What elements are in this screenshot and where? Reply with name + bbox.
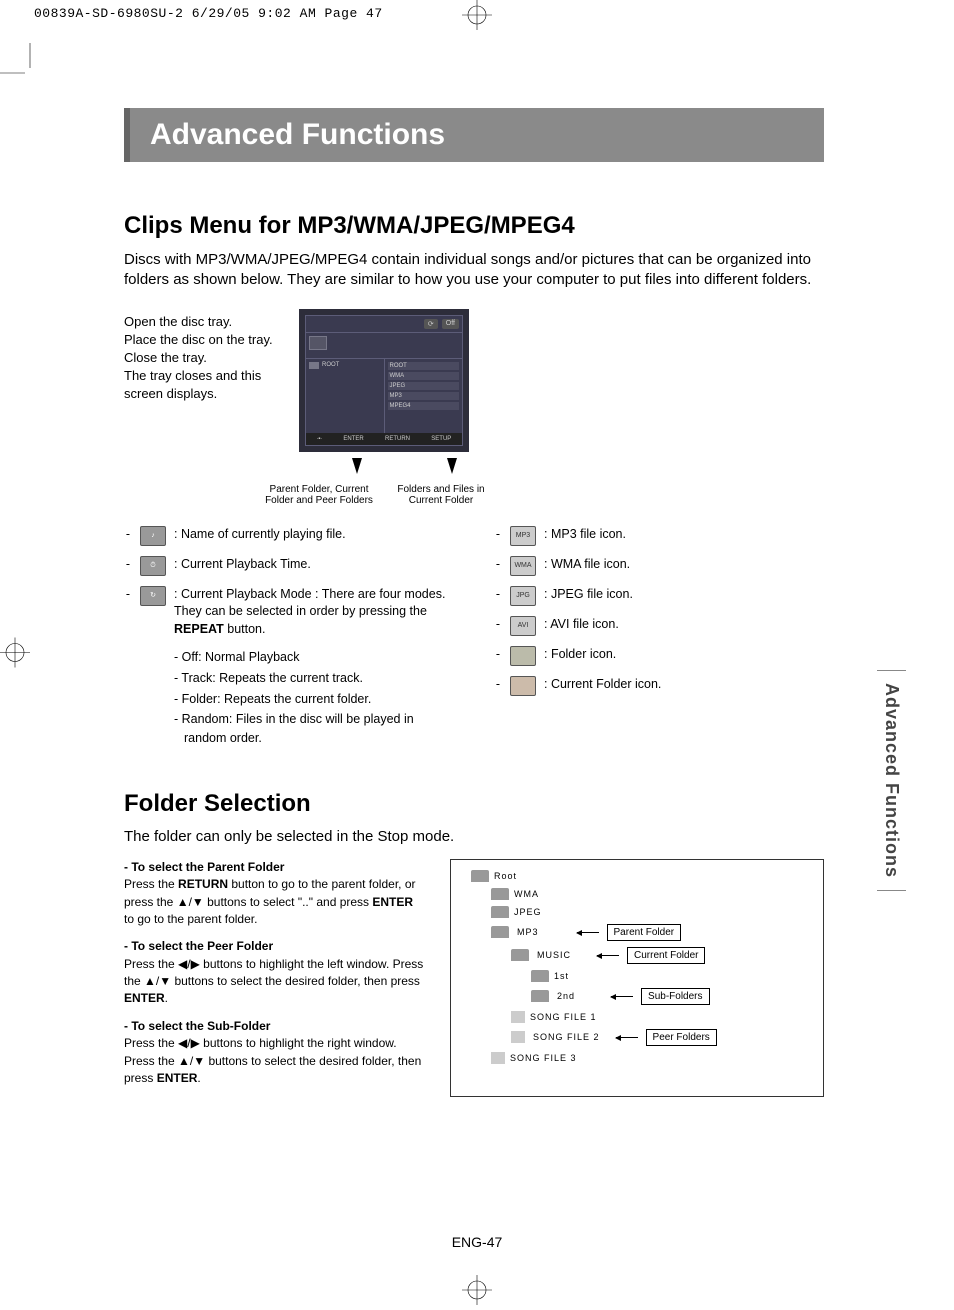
print-job-header: 00839A-SD-6980SU-2 6/29/05 9:02 AM Page … — [34, 6, 383, 21]
legend-current-folder: : Current Folder icon. — [544, 676, 824, 694]
legend-folder: : Folder icon. — [544, 646, 824, 664]
tree-folder-icon — [531, 970, 549, 982]
tv-item-mp3: MP3 — [388, 392, 460, 400]
callout-parent: Parent Folder — [607, 924, 682, 941]
folder-tree-diagram: Root WMA JPEG MP3 Parent Folder MUSIC Cu… — [450, 859, 824, 1098]
section-heading-clips: Clips Menu for MP3/WMA/JPEG/MPEG4 — [124, 212, 824, 240]
callout-peer: Peer Folders — [646, 1029, 717, 1046]
tree-folder-icon — [471, 870, 489, 882]
arrow-down-left — [352, 458, 362, 474]
tree-folder-icon — [511, 949, 529, 961]
crop-mark-left — [0, 638, 30, 673]
playback-mode-icon: ↻ — [140, 586, 166, 606]
chapter-banner: Advanced Functions — [124, 108, 824, 162]
legend-avi: : AVI file icon. — [544, 616, 824, 634]
tv-item-jpeg: JPEG — [388, 382, 460, 390]
tv-dpad-icon: ∙▪∙ — [317, 436, 322, 442]
tree-folder-icon — [491, 906, 509, 918]
tv-item-mpeg4: MPEG4 — [388, 402, 460, 410]
legend-playing-file: : Name of currently playing file. — [174, 526, 454, 544]
crop-mark-bottom — [462, 1275, 492, 1310]
clips-intro-text: Discs with MP3/WMA/JPEG/MPEG4 contain in… — [124, 250, 824, 291]
playing-file-icon: ♪ — [140, 526, 166, 546]
jpeg-file-icon: JPG — [510, 586, 536, 606]
tv-album-art-icon — [309, 336, 327, 350]
callout-current: Current Folder — [627, 947, 705, 964]
tree-folder-icon — [491, 888, 509, 900]
page-number: ENG-47 — [452, 1234, 503, 1250]
folder-icon — [510, 646, 536, 666]
crop-corner-tl — [0, 43, 40, 88]
playback-mode-sublist: - Off: Normal Playback - Track: Repeats … — [124, 648, 454, 748]
tv-setup-label: SETUP — [431, 436, 451, 442]
tv-off-label: Off — [442, 319, 459, 329]
select-parent-folder-block: - To select the Parent Folder Press the … — [124, 859, 424, 929]
callout-sub: Sub-Folders — [641, 988, 709, 1005]
tv-item-wma: WMA — [388, 372, 460, 380]
legend-jpeg: : JPEG file icon. — [544, 586, 824, 604]
avi-file-icon: AVI — [510, 616, 536, 636]
legend-playback-mode: : Current Playback Mode : There are four… — [174, 586, 454, 639]
tree-folder-icon — [491, 926, 509, 938]
tree-file-icon — [511, 1031, 525, 1043]
side-tab-label: Advanced Functions — [877, 670, 906, 891]
tv-enter-label: ENTER — [343, 436, 363, 442]
legend-playback-time: : Current Playback Time. — [174, 556, 454, 574]
tv-return-label: RETURN — [385, 436, 410, 442]
select-peer-folder-block: - To select the Peer Folder Press the ◀/… — [124, 938, 424, 1008]
tv-screenshot: ⟳ Off ROOT ROOT WMA JPEG MP3 MPE — [299, 309, 469, 452]
caption-right-panes: Folders and Files in Current Folder — [386, 484, 496, 506]
clips-steps-text: Open the disc tray. Place the disc on th… — [124, 309, 279, 404]
tree-file-icon — [491, 1052, 505, 1064]
crop-mark-top — [462, 0, 492, 35]
arrow-down-right — [447, 458, 457, 474]
section-heading-folder: Folder Selection — [124, 790, 824, 818]
caption-left-panes: Parent Folder, Current Folder and Peer F… — [264, 484, 374, 506]
tree-folder-icon — [531, 990, 549, 1002]
current-folder-icon — [510, 676, 536, 696]
wma-file-icon: WMA — [510, 556, 536, 576]
legend-wma: : WMA file icon. — [544, 556, 824, 574]
legend-mp3: : MP3 file icon. — [544, 526, 824, 544]
mp3-file-icon: MP3 — [510, 526, 536, 546]
tv-off-badge: ⟳ — [424, 319, 438, 329]
select-sub-folder-block: - To select the Sub-Folder Press the ◀/▶… — [124, 1018, 424, 1088]
playback-time-icon: ⏱ — [140, 556, 166, 576]
tv-left-root: ROOT — [322, 362, 339, 368]
tree-file-icon — [511, 1011, 525, 1023]
folder-intro-text: The folder can only be selected in the S… — [124, 828, 824, 845]
tv-item-root: ROOT — [388, 362, 460, 370]
